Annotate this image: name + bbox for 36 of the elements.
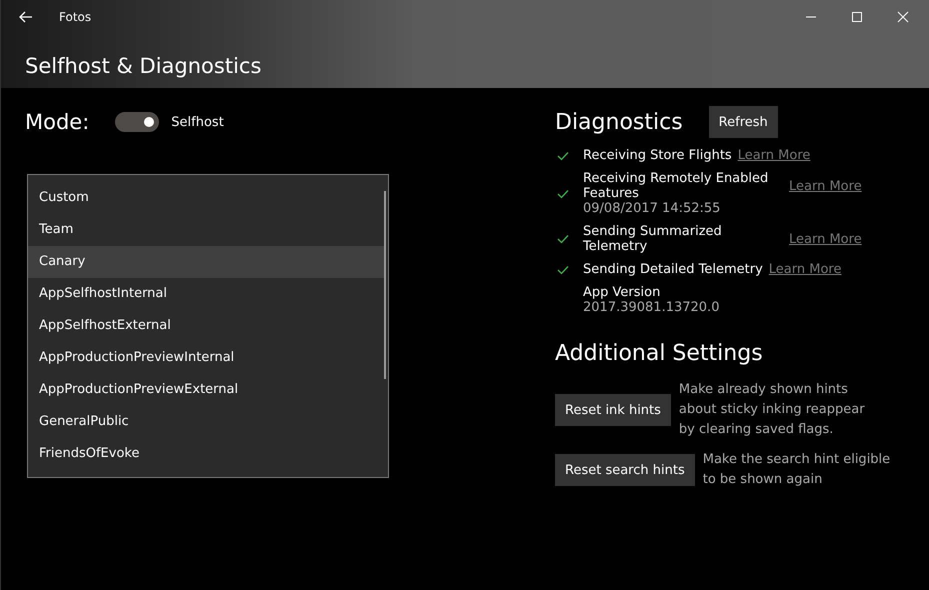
app-version-label: App Version xyxy=(583,285,662,300)
learn-more-link[interactable]: Learn More xyxy=(768,262,842,277)
channel-item[interactable]: Custom xyxy=(28,182,384,214)
setting-description: Make already shown hints about sticky inking reappear by clearing saved flags. xyxy=(678,381,866,439)
channel-item[interactable]: AppProductionPreviewInternal xyxy=(28,342,384,374)
page-title: Selfhost & Diagnostics xyxy=(24,53,262,78)
channel-item[interactable]: FriendsOfEvoke xyxy=(28,438,384,470)
diagnostic-label: Sending Detailed Telemetry xyxy=(583,262,763,277)
section-heading: Additional Settings xyxy=(555,341,764,366)
learn-more-link[interactable]: Learn More xyxy=(789,178,862,194)
reset-button[interactable]: Reset ink hints xyxy=(555,394,671,426)
channel-item[interactable]: AppSelfhostInternal xyxy=(28,278,384,310)
scrollbar[interactable] xyxy=(384,191,386,379)
learn-more-link[interactable]: Learn More xyxy=(738,148,810,163)
maximize-icon[interactable] xyxy=(851,11,863,23)
setting-description: Make the search hint eligible to be shown again xyxy=(702,451,892,489)
app-version-value: 2017.39081.13720.0 xyxy=(583,300,720,315)
close-icon[interactable] xyxy=(897,11,909,23)
mode-value: Selfhost xyxy=(171,114,224,130)
mode-label: Mode: xyxy=(25,110,90,134)
diagnostic-label: Receiving Remotely Enabled Features xyxy=(583,171,770,201)
diagnostic-label: Sending Summarized Telemetry xyxy=(583,224,723,254)
channel-item[interactable]: GeneralPublic xyxy=(28,406,384,438)
mode-toggle[interactable] xyxy=(115,112,160,132)
window-title: Fotos xyxy=(59,10,92,24)
diagnostic-label: Receiving Store Flights xyxy=(583,148,732,163)
refresh-button[interactable]: Refresh xyxy=(708,106,778,138)
back-arrow-icon[interactable] xyxy=(19,11,33,23)
reset-button[interactable]: Reset search hints xyxy=(555,454,695,486)
section-heading: Diagnostics xyxy=(555,110,683,134)
channel-item[interactable]: AppProductionPreviewExternal xyxy=(28,374,384,406)
learn-more-link[interactable]: Learn More xyxy=(789,232,862,246)
channel-item[interactable]: Team xyxy=(28,214,384,246)
timestamp: 09/08/2017 14:52:55 xyxy=(583,201,722,216)
channel-item[interactable]: AppSelfhostExternal xyxy=(28,310,384,342)
channel-item[interactable]: Canary xyxy=(28,246,384,278)
